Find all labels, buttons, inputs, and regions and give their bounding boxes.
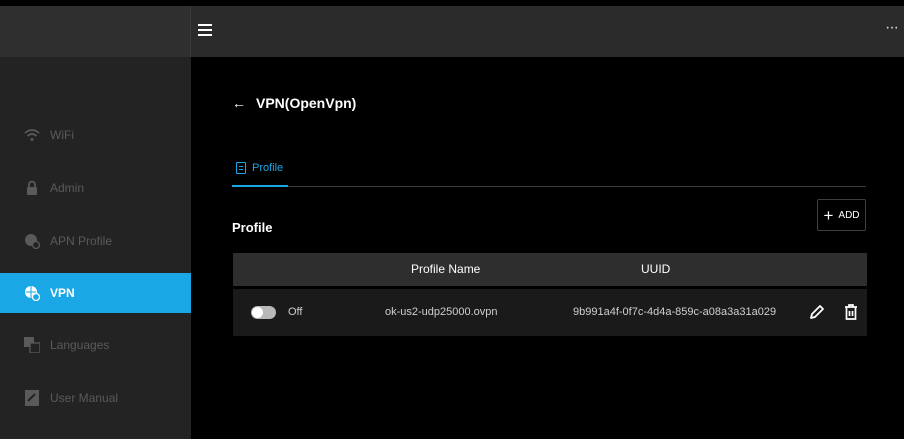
active-indicator	[0, 273, 6, 313]
page-header: ← VPN(OpenVpn)	[232, 95, 356, 111]
sidebar-item-label: APN Profile	[50, 234, 113, 248]
sidebar-item-admin[interactable]: Admin	[0, 168, 191, 208]
apn-profile-icon	[24, 233, 40, 249]
languages-icon	[24, 337, 40, 353]
lock-icon	[24, 180, 40, 196]
edit-pencil-icon[interactable]	[807, 302, 827, 322]
back-arrow-icon[interactable]: ←	[232, 95, 246, 111]
section-title: Profile	[232, 220, 273, 235]
add-button-label: ADD	[838, 209, 860, 221]
uuid-cell: 9b991a4f-0f7c-4d4a-859c-a08a3a31a029	[573, 306, 777, 318]
sidebar-item-vpn[interactable]: VPN	[0, 273, 191, 313]
add-profile-button[interactable]: + ADD	[817, 199, 866, 231]
sidebar-item-languages[interactable]: Languages	[0, 325, 191, 365]
tab-profile[interactable]: Profile	[232, 155, 288, 187]
sidebar-item-label: User Manual	[50, 391, 119, 405]
plus-icon: +	[823, 205, 834, 225]
delete-trash-icon[interactable]	[841, 302, 861, 322]
main-content: ← VPN(OpenVpn) Profile Profile + ADD Pro…	[191, 57, 904, 439]
wifi-icon	[24, 127, 40, 143]
top-bar: ···	[0, 6, 904, 57]
tab-active-underline	[232, 185, 288, 187]
sidebar-item-wifi[interactable]: WiFi	[0, 115, 191, 155]
profile-enable-toggle[interactable]	[251, 306, 276, 319]
user-manual-icon	[24, 390, 40, 406]
document-icon	[236, 162, 246, 174]
tab-bar: Profile	[232, 155, 866, 187]
sidebar-item-label: WiFi	[50, 128, 74, 142]
toggle-state-label: Off	[288, 306, 303, 318]
column-header-profile-name: Profile Name	[411, 262, 481, 276]
page-title: VPN(OpenVpn)	[256, 95, 357, 111]
sidebar-item-label: Languages	[50, 338, 110, 352]
tab-label: Profile	[252, 162, 284, 174]
column-header-uuid: UUID	[641, 262, 671, 276]
sidebar: WiFi Admin APN Profile VPN Languages Use…	[0, 57, 191, 439]
hamburger-menu-icon[interactable]	[198, 24, 212, 38]
sidebar-item-label: VPN	[50, 286, 75, 300]
table-row: Off ok-us2-udp25000.ovpn 9b991a4f-0f7c-4…	[233, 289, 867, 336]
table-header: Profile Name UUID	[233, 253, 867, 286]
sidebar-item-apn-profile[interactable]: APN Profile	[0, 221, 191, 261]
sidebar-item-user-manual[interactable]: User Manual	[0, 378, 191, 418]
vpn-icon	[24, 285, 40, 301]
profile-table: Profile Name UUID Off ok-us2-udp25000.ov…	[233, 253, 867, 336]
sidebar-item-label: Admin	[50, 181, 85, 195]
more-options-icon[interactable]: ···	[885, 19, 899, 37]
profile-name-cell: ok-us2-udp25000.ovpn	[385, 306, 498, 318]
top-bar-logo-area	[0, 6, 191, 57]
